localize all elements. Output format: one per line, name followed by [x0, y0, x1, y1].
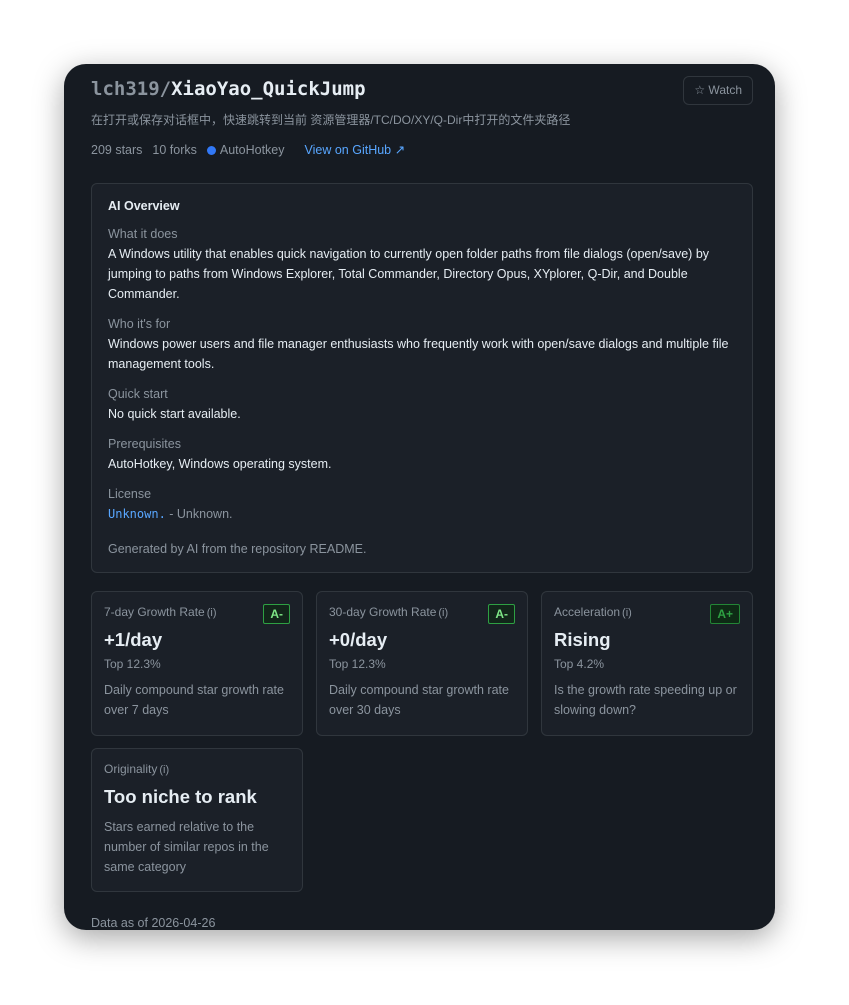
metric-label-text: 7-day Growth Rate [104, 605, 205, 619]
metric-description: Daily compound star growth rate over 7 d… [104, 683, 284, 717]
language-label: AutoHotkey [219, 142, 285, 157]
grade-badge: A+ [710, 604, 740, 624]
metric-label: 7-day Growth Rate (i) [104, 605, 290, 619]
license-line: Unknown. - Unknown. [108, 504, 736, 524]
metric-rank: Top 12.3% [104, 657, 161, 671]
watch-button[interactable]: ☆ Watch [683, 76, 753, 105]
metric-description: Is the growth rate speeding up or slowin… [554, 683, 737, 717]
repo-header: lch319/XiaoYao_QuickJump ☆ Watch 在打开或保存对… [91, 76, 753, 158]
repo-meta: 209 stars 10 forks AutoHotkey View on Gi… [91, 142, 753, 158]
metric-originality: Originality (i) Too niche to rank Stars e… [91, 748, 303, 892]
repo-name[interactable]: XiaoYao_QuickJump [171, 78, 365, 100]
license-rest: - Unknown. [165, 507, 233, 521]
generated-note: Generated by AI from the repository READ… [108, 542, 367, 556]
metric-value: +1/day [104, 629, 163, 650]
data-as-of: Data as of 2026-04-26 [91, 916, 216, 930]
stars-count: 209 stars [91, 142, 143, 157]
ai-overview-title: AI Overview [108, 199, 180, 213]
grade-badge: A- [263, 604, 290, 624]
metric-label-text: Acceleration [554, 605, 621, 619]
repo-description: 在打开或保存对话框中，快速跳转到当前 资源管理器/TC/DO/XY/Q-Dir中… [91, 113, 571, 127]
view-on-github-link[interactable]: View on GitHub ↗ [305, 142, 406, 157]
prereq-text: AutoHotkey, Windows operating system. [108, 457, 332, 471]
grade-badge: A- [488, 604, 515, 624]
repo-card: lch319/XiaoYao_QuickJump ☆ Watch 在打开或保存对… [64, 64, 775, 930]
info-icon[interactable]: (i) [159, 764, 169, 776]
repo-title[interactable]: lch319/XiaoYao_QuickJump [91, 78, 753, 100]
who-text: Windows power users and file manager ent… [108, 337, 729, 371]
metric-description: Stars earned relative to the number of s… [104, 820, 269, 874]
metric-description: Daily compound star growth rate over 30 … [329, 683, 509, 717]
metric-value: +0/day [329, 629, 388, 650]
what-label: What it does [108, 227, 178, 241]
metric-acceleration: Acceleration (i) A+ Rising Top 4.2% Is th… [541, 591, 753, 736]
metric-7day-growth: 7-day Growth Rate (i) A- +1/day Top 12.3%… [91, 591, 303, 736]
metric-rank: Top 4.2% [554, 657, 605, 671]
metric-30day-growth: 30-day Growth Rate (i) A- +0/day Top 12.3… [316, 591, 528, 736]
metric-label: Originality (i) [104, 762, 290, 776]
info-icon[interactable]: (i) [207, 607, 217, 619]
quick-start-label: Quick start [108, 387, 168, 401]
language: AutoHotkey [206, 142, 295, 157]
who-label: Who it's for [108, 317, 171, 331]
metric-label-text: 30-day Growth Rate [329, 605, 437, 619]
ai-overview: AI Overview What it does A Windows utili… [91, 183, 753, 573]
metric-label: 30-day Growth Rate (i) [329, 605, 515, 619]
metric-label-text: Originality [104, 762, 158, 776]
what-text: A Windows utility that enables quick nav… [108, 247, 710, 301]
info-icon[interactable]: (i) [438, 607, 448, 619]
forks-count: 10 forks [152, 142, 197, 157]
repo-owner[interactable]: lch319/ [91, 78, 171, 100]
metrics-grid: 7-day Growth Rate (i) A- +1/day Top 12.3%… [91, 591, 753, 892]
prereq-label: Prerequisites [108, 437, 181, 451]
info-icon[interactable]: (i) [622, 607, 632, 619]
license-label: License [108, 487, 152, 501]
license-link[interactable]: Unknown. [108, 507, 166, 521]
language-dot-icon [206, 145, 216, 155]
metric-value: Too niche to rank [104, 786, 257, 807]
quick-start-text: No quick start available. [108, 407, 241, 421]
metric-rank: Top 12.3% [329, 657, 386, 671]
metric-value: Rising [554, 629, 611, 650]
